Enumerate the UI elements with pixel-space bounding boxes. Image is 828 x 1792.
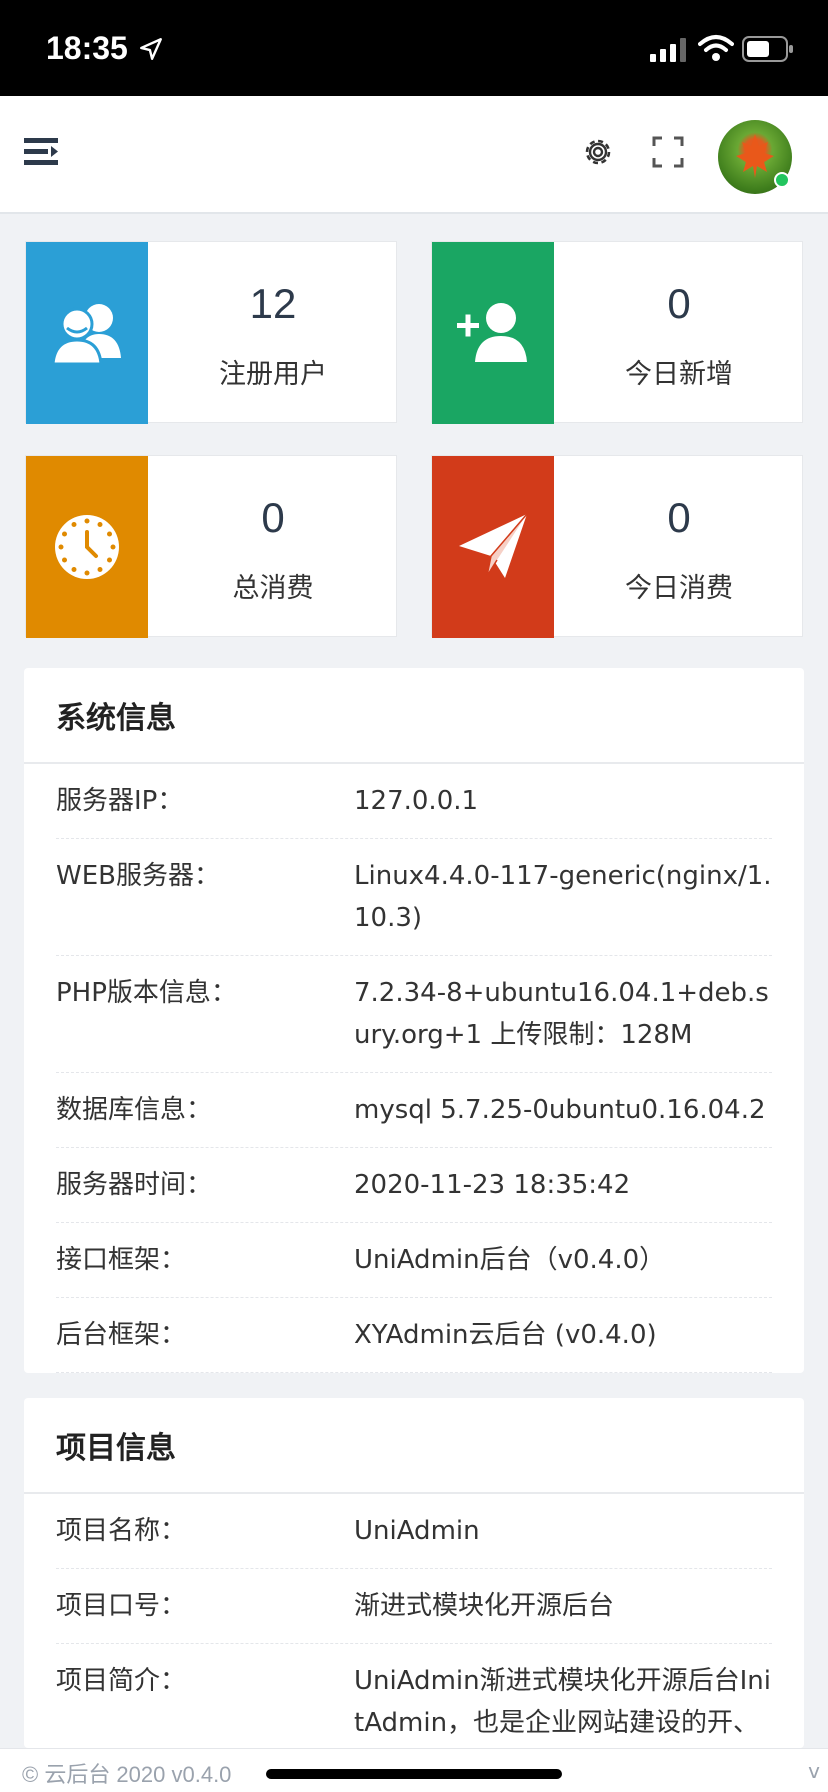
- stat-label: 注册用户: [219, 359, 327, 390]
- cellular-signal-icon: [650, 38, 686, 62]
- info-key: 服务器IP：: [56, 786, 184, 816]
- project-info-card: 项目信息 项目名称： UniAdmin 项目口号： 渐进式模块化开源后台 项目简介：…: [24, 1398, 804, 1748]
- info-key: 项目名称：: [56, 1516, 187, 1546]
- clock-icon: [55, 515, 119, 579]
- stat-icon-box: [26, 456, 148, 638]
- info-key: 数据库信息：: [56, 1095, 213, 1125]
- info-key: WEB服务器：: [56, 861, 220, 891]
- info-value: mysql 5.7.25-0ubuntu0.16.04.2: [354, 1095, 766, 1125]
- info-value: 7.2.34-8+ubuntu16.04.1+deb.sury.org+1 上传…: [354, 978, 769, 1050]
- info-key: PHP版本信息：: [56, 978, 237, 1008]
- info-value: 渐进式模块化开源后台: [354, 1591, 615, 1621]
- paper-plane-icon: [459, 513, 528, 578]
- stat-label: 总消费: [232, 573, 314, 604]
- info-row: 项目口号： 渐进式模块化开源后台: [56, 1569, 772, 1644]
- stat-value: 0: [667, 280, 691, 327]
- status-time: 18:35: [46, 30, 128, 66]
- fullscreen-icon[interactable]: [652, 136, 684, 168]
- stat-value: 0: [667, 494, 691, 541]
- footer: © 云后台 2020 v0.4.0 v: [0, 1748, 828, 1792]
- info-key: 服务器时间：: [56, 1170, 213, 1200]
- info-value: UniAdmin: [354, 1516, 480, 1546]
- settings-gear-icon[interactable]: [580, 134, 616, 170]
- home-indicator[interactable]: [266, 1769, 562, 1779]
- stat-label: 今日消费: [625, 573, 733, 604]
- info-row: 服务器时间： 2020-11-23 18:35:42: [56, 1148, 772, 1223]
- info-value: XYAdmin云后台 (v0.4.0): [354, 1320, 657, 1350]
- add-user-icon: [457, 303, 527, 362]
- menu-toggle-icon[interactable]: [24, 136, 60, 168]
- info-list: 项目名称： UniAdmin 项目口号： 渐进式模块化开源后台 项目简介： UniAd…: [24, 1494, 804, 1748]
- info-row: PHP版本信息： 7.2.34-8+ubuntu16.04.1+deb.sury.…: [56, 956, 772, 1073]
- stat-icon-box: [432, 242, 554, 424]
- stat-card-total-consumption[interactable]: 0 总消费: [25, 455, 397, 638]
- info-key: 后台框架：: [56, 1320, 187, 1350]
- info-value: Linux4.4.0-117-generic(nginx/1.10.3): [354, 861, 772, 933]
- info-row: 后台框架： XYAdmin云后台 (v0.4.0): [56, 1298, 772, 1373]
- info-row: 项目名称： UniAdmin: [56, 1494, 772, 1569]
- stat-label: 今日新增: [625, 359, 733, 390]
- stat-icon-box: [432, 456, 554, 638]
- stat-card-consumption-today[interactable]: 0 今日消费: [431, 455, 803, 638]
- online-status-dot: [774, 172, 790, 188]
- card-title: 系统信息: [24, 668, 804, 764]
- stat-card-new-today[interactable]: 0 今日新增: [431, 241, 803, 424]
- stat-value: 12: [249, 280, 297, 327]
- top-navbar: [0, 96, 828, 214]
- wifi-icon: [698, 35, 734, 61]
- footer-version: v: [808, 1759, 820, 1783]
- info-value: UniAdmin渐进式模块化开源后台InitAdmin，也是企业网站建设的开、源…: [354, 1666, 771, 1738]
- footer-copyright: © 云后台 2020 v0.4.0: [22, 1762, 232, 1787]
- info-value: 2020-11-23 18:35:42: [354, 1170, 631, 1200]
- info-list: 服务器IP： 127.0.0.1 WEB服务器： Linux4.4.0-117-ge…: [24, 764, 804, 1373]
- location-arrow-icon: [140, 38, 162, 60]
- info-row: 接口框架： UniAdmin后台（v0.4.0）: [56, 1223, 772, 1298]
- info-value: UniAdmin后台（v0.4.0）: [354, 1245, 666, 1275]
- card-title: 项目信息: [24, 1398, 804, 1494]
- info-row: 服务器IP： 127.0.0.1: [56, 764, 772, 839]
- users-icon: [51, 304, 121, 366]
- info-row: WEB服务器： Linux4.4.0-117-generic(nginx/1.10…: [56, 839, 772, 956]
- status-bar: 18:35: [0, 0, 828, 96]
- info-key: 项目简介：: [56, 1666, 187, 1696]
- info-value: 127.0.0.1: [354, 786, 479, 816]
- stat-icon-box: [26, 242, 148, 424]
- system-info-card: 系统信息 服务器IP： 127.0.0.1 WEB服务器： Linux4.4.0-1…: [24, 668, 804, 1373]
- info-row: 项目简介： UniAdmin渐进式模块化开源后台InitAdmin，也是企业网站建…: [56, 1644, 772, 1748]
- info-key: 项目口号：: [56, 1591, 187, 1621]
- battery-icon: [742, 36, 793, 62]
- info-key: 接口框架：: [56, 1245, 187, 1275]
- stat-card-registered-users[interactable]: 12 注册用户: [25, 241, 397, 424]
- info-row: 数据库信息： mysql 5.7.25-0ubuntu0.16.04.2: [56, 1073, 772, 1148]
- stat-value: 0: [261, 494, 285, 541]
